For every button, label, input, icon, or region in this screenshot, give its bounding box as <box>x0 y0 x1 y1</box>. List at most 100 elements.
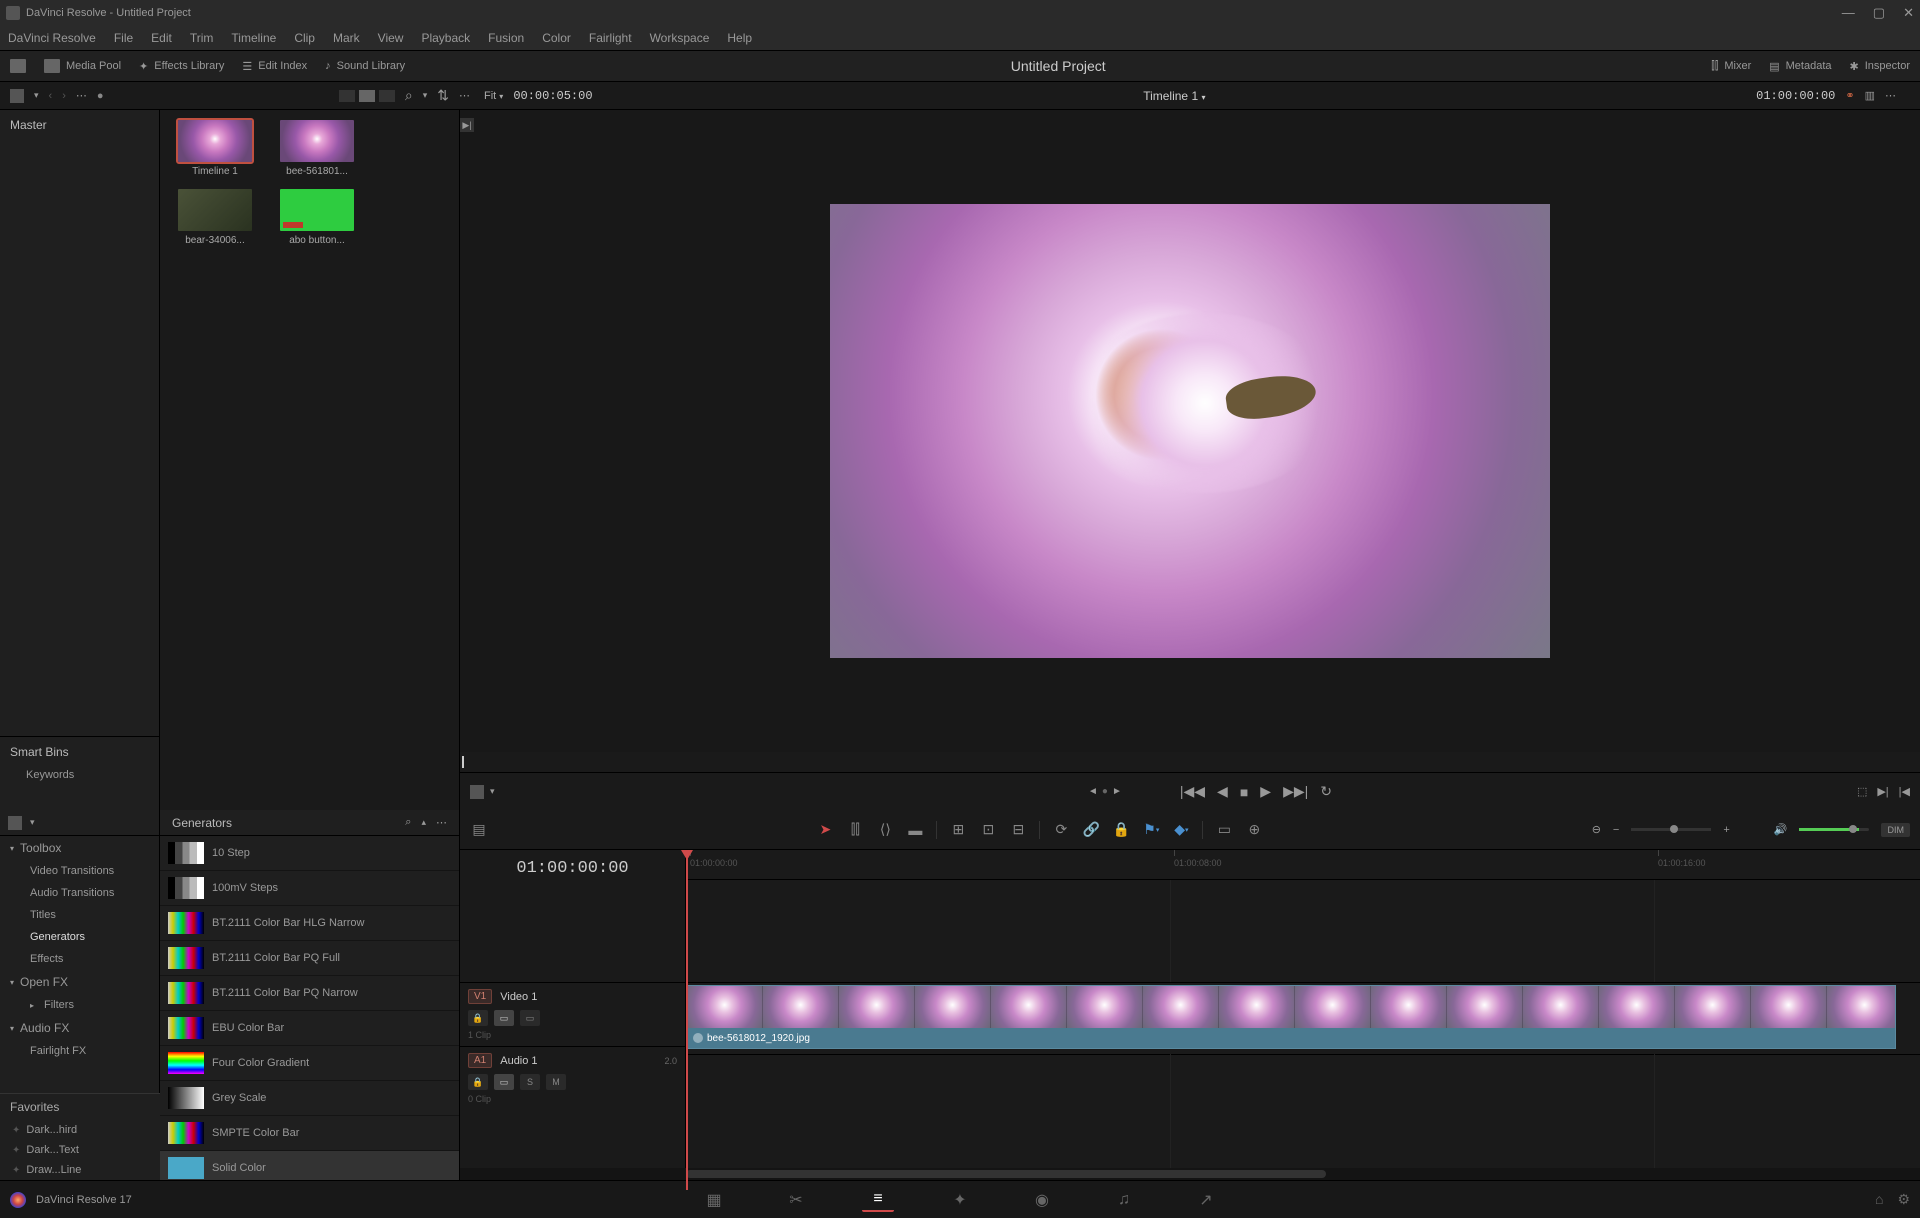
timeline-scrollbar[interactable] <box>460 1168 1920 1180</box>
track-lock-icon[interactable]: 🔒 <box>468 1010 488 1026</box>
menu-view[interactable]: View <box>378 31 404 45</box>
menu-file[interactable]: File <box>114 31 133 45</box>
edit-page-button[interactable]: ≡ <box>862 1188 894 1212</box>
toolbox-tree-item[interactable]: ▾Toolbox <box>0 836 159 860</box>
deliver-page-button[interactable]: ↗ <box>1190 1188 1222 1212</box>
menu-playback[interactable]: Playback <box>421 31 470 45</box>
fairlight-page-button[interactable]: ♫ <box>1108 1188 1140 1212</box>
generator-item[interactable]: BT.2111 Color Bar PQ Full <box>160 941 459 976</box>
app-menu[interactable]: DaVinci Resolve <box>8 31 96 45</box>
color-page-button[interactable]: ◉ <box>1026 1188 1058 1212</box>
video-track-tag[interactable]: V1 <box>468 989 492 1004</box>
track-monitor-icon[interactable]: ▭ <box>520 1010 540 1026</box>
video-track-name[interactable]: Video 1 <box>500 991 537 1003</box>
timeline-view-icon[interactable]: ▤ <box>470 822 488 838</box>
generator-item[interactable]: SMPTE Color Bar <box>160 1116 459 1151</box>
track-enable-icon[interactable]: ▭ <box>494 1074 514 1090</box>
fx-panel-icon[interactable] <box>8 816 22 830</box>
timeline-zoom-slider[interactable] <box>1631 828 1711 831</box>
speaker-icon[interactable]: 🔊 <box>1774 823 1788 836</box>
gang-icon[interactable]: ⚭ <box>1845 89 1854 102</box>
timeline-name-dropdown[interactable]: Timeline 1 ▾ <box>1143 89 1205 103</box>
prev-edit-button[interactable]: ◄ <box>1088 786 1098 797</box>
effects-item[interactable]: Effects <box>0 948 159 970</box>
viewer-options-icon[interactable]: ⋯ <box>1885 89 1896 102</box>
ellipsis-icon[interactable]: ⋯ <box>76 89 87 102</box>
close-button[interactable]: ✕ <box>1903 5 1914 21</box>
menu-fusion[interactable]: Fusion <box>488 31 524 45</box>
chevron-down-icon[interactable]: ▾ <box>423 90 428 101</box>
generator-item[interactable]: Solid Color <box>160 1151 459 1180</box>
audio-lane[interactable] <box>686 1054 1920 1126</box>
search-icon[interactable]: ⌕ <box>405 87 413 104</box>
openfx-tree-item[interactable]: ▾Open FX <box>0 970 159 994</box>
stop-button[interactable]: ■ <box>1240 784 1248 800</box>
options-icon[interactable]: ⋯ <box>459 89 470 102</box>
viewer-scrubber[interactable] <box>460 752 1920 772</box>
generator-item[interactable]: Grey Scale <box>160 1081 459 1116</box>
subtitle-icon[interactable]: ▭ <box>1215 822 1233 838</box>
dual-view-icon[interactable]: ▥ <box>1865 89 1875 102</box>
expand-handle-icon[interactable]: ▶| <box>460 118 474 132</box>
go-to-end-button[interactable]: |◀ <box>1899 785 1910 798</box>
zoom-out-icon[interactable]: ⊖ <box>1592 823 1601 836</box>
panel-layout-icon[interactable] <box>10 89 24 103</box>
replace-clip-icon[interactable]: ⊟ <box>1009 822 1027 838</box>
dim-button[interactable]: DIM <box>1881 823 1910 837</box>
favorite-item[interactable]: ✦Dark...Text <box>0 1140 160 1160</box>
first-frame-button[interactable]: |◀◀ <box>1180 783 1205 800</box>
nav-fwd[interactable]: › <box>62 90 66 102</box>
generator-item[interactable]: Four Color Gradient <box>160 1046 459 1081</box>
lock-icon[interactable]: 🔒 <box>1112 822 1130 838</box>
transform-overlay-icon[interactable] <box>470 785 484 799</box>
video-transitions-item[interactable]: Video Transitions <box>0 860 159 882</box>
effects-library-button[interactable]: ✦Effects Library <box>139 60 224 73</box>
search-icon[interactable]: ⌕ <box>405 816 411 829</box>
generators-item[interactable]: Generators <box>0 926 159 948</box>
chevron-down-icon[interactable]: ▾ <box>34 90 39 101</box>
generator-item[interactable]: BT.2111 Color Bar PQ Narrow <box>160 976 459 1011</box>
home-icon[interactable]: ⌂ <box>1875 1191 1883 1208</box>
chevron-down-icon[interactable]: ▾ <box>490 786 495 797</box>
zoom-icon[interactable]: ⊕ <box>1245 822 1263 838</box>
menu-edit[interactable]: Edit <box>151 31 172 45</box>
nav-back[interactable]: ‹ <box>49 90 53 102</box>
menu-help[interactable]: Help <box>727 31 752 45</box>
program-viewer[interactable] <box>830 204 1550 658</box>
selection-tool[interactable]: ➤ <box>816 822 834 838</box>
menu-color[interactable]: Color <box>542 31 571 45</box>
menu-trim[interactable]: Trim <box>190 31 214 45</box>
view-mode-toggle[interactable] <box>339 90 395 102</box>
clip-thumbnail[interactable]: bee-561801... <box>272 120 362 177</box>
master-bin[interactable]: Master <box>10 118 149 132</box>
mixer-button[interactable]: ⫿⫿Mixer <box>1711 60 1751 73</box>
audio-track-tag[interactable]: A1 <box>468 1053 492 1068</box>
playhead[interactable] <box>686 850 688 1190</box>
fusion-page-button[interactable]: ✦ <box>944 1188 976 1212</box>
clip-thumbnail[interactable]: bear-34006... <box>170 189 260 246</box>
track-lock-icon[interactable]: 🔒 <box>468 1074 488 1090</box>
favorite-item[interactable]: ✦Draw...Line <box>0 1160 160 1180</box>
inspector-button[interactable]: ✱Inspector <box>1850 60 1910 73</box>
titles-item[interactable]: Titles <box>0 904 159 926</box>
generator-item[interactable]: EBU Color Bar <box>160 1011 459 1046</box>
trim-tool[interactable]: ⫿⫿ <box>846 822 864 838</box>
layout-icon[interactable] <box>10 59 26 73</box>
sort-icon[interactable]: ⇅ <box>437 87 449 104</box>
match-frame-icon[interactable]: ⬚ <box>1857 785 1867 798</box>
snapping-icon[interactable]: ⟳ <box>1052 822 1070 838</box>
generator-item[interactable]: 100mV Steps <box>160 871 459 906</box>
video-clip[interactable]: bee-5618012_1920.jpg <box>686 985 1896 1049</box>
zoom-minus[interactable]: − <box>1613 824 1619 836</box>
solo-button[interactable]: S <box>520 1074 540 1090</box>
last-frame-button[interactable]: ▶▶| <box>1283 783 1308 800</box>
edit-index-button[interactable]: ☰Edit Index <box>242 60 307 73</box>
menu-timeline[interactable]: Timeline <box>231 31 276 45</box>
menu-mark[interactable]: Mark <box>333 31 360 45</box>
mute-button[interactable]: M <box>546 1074 566 1090</box>
timeline-ruler[interactable]: 01:00:00:0001:00:08:0001:00:16:0001:00:2… <box>686 850 1920 880</box>
clip-thumbnail[interactable]: abo button... <box>272 189 362 246</box>
generator-item[interactable]: 10 Step <box>160 836 459 871</box>
insert-clip-icon[interactable]: ⊞ <box>949 822 967 838</box>
menu-workspace[interactable]: Workspace <box>650 31 710 45</box>
